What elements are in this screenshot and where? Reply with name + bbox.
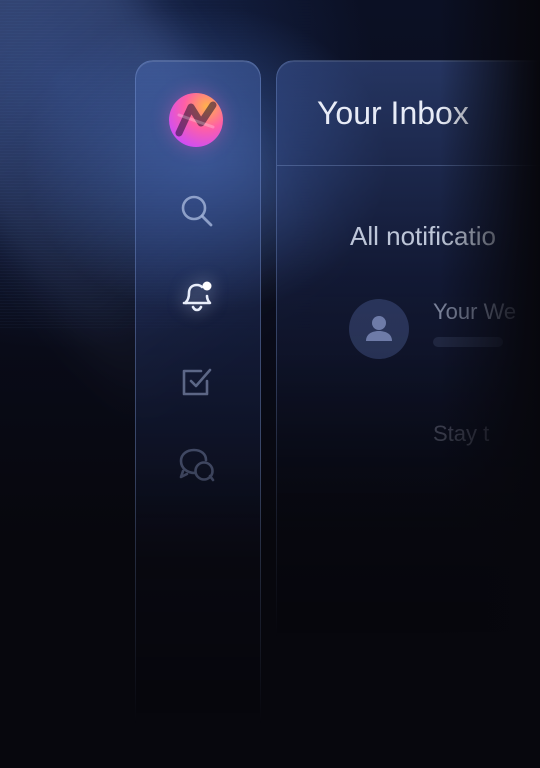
- user-icon: [366, 316, 392, 341]
- sidebar-item-tasks[interactable]: [173, 357, 221, 405]
- list-item[interactable]: Your We: [347, 297, 540, 359]
- notification-badge: [202, 281, 212, 291]
- notification-subtitle-placeholder: [433, 337, 503, 347]
- sidebar-item-search[interactable]: [173, 187, 221, 235]
- header-divider: [277, 165, 540, 166]
- logo-icon[interactable]: [169, 93, 223, 147]
- search-icon: [181, 195, 213, 227]
- chat-icon: [179, 448, 215, 482]
- app-background: Your Inbox All notificatio Your We Stay …: [0, 0, 540, 768]
- sidebar: [135, 60, 261, 768]
- notification-title: Your We: [433, 299, 517, 324]
- bell-icon: [182, 281, 212, 312]
- avatar: [349, 299, 409, 359]
- notification-title: Stay t: [433, 421, 490, 446]
- sidebar-item-messages[interactable]: [173, 441, 221, 489]
- inbox-panel: Your Inbox All notificatio Your We Stay …: [276, 60, 540, 768]
- list-item[interactable]: Stay t: [347, 417, 540, 477]
- tab-all-notifications[interactable]: All notificatio: [350, 221, 496, 252]
- page-title: Your Inbox: [317, 95, 469, 131]
- sidebar-item-notifications[interactable]: [173, 271, 221, 319]
- checkbox-icon: [182, 368, 212, 396]
